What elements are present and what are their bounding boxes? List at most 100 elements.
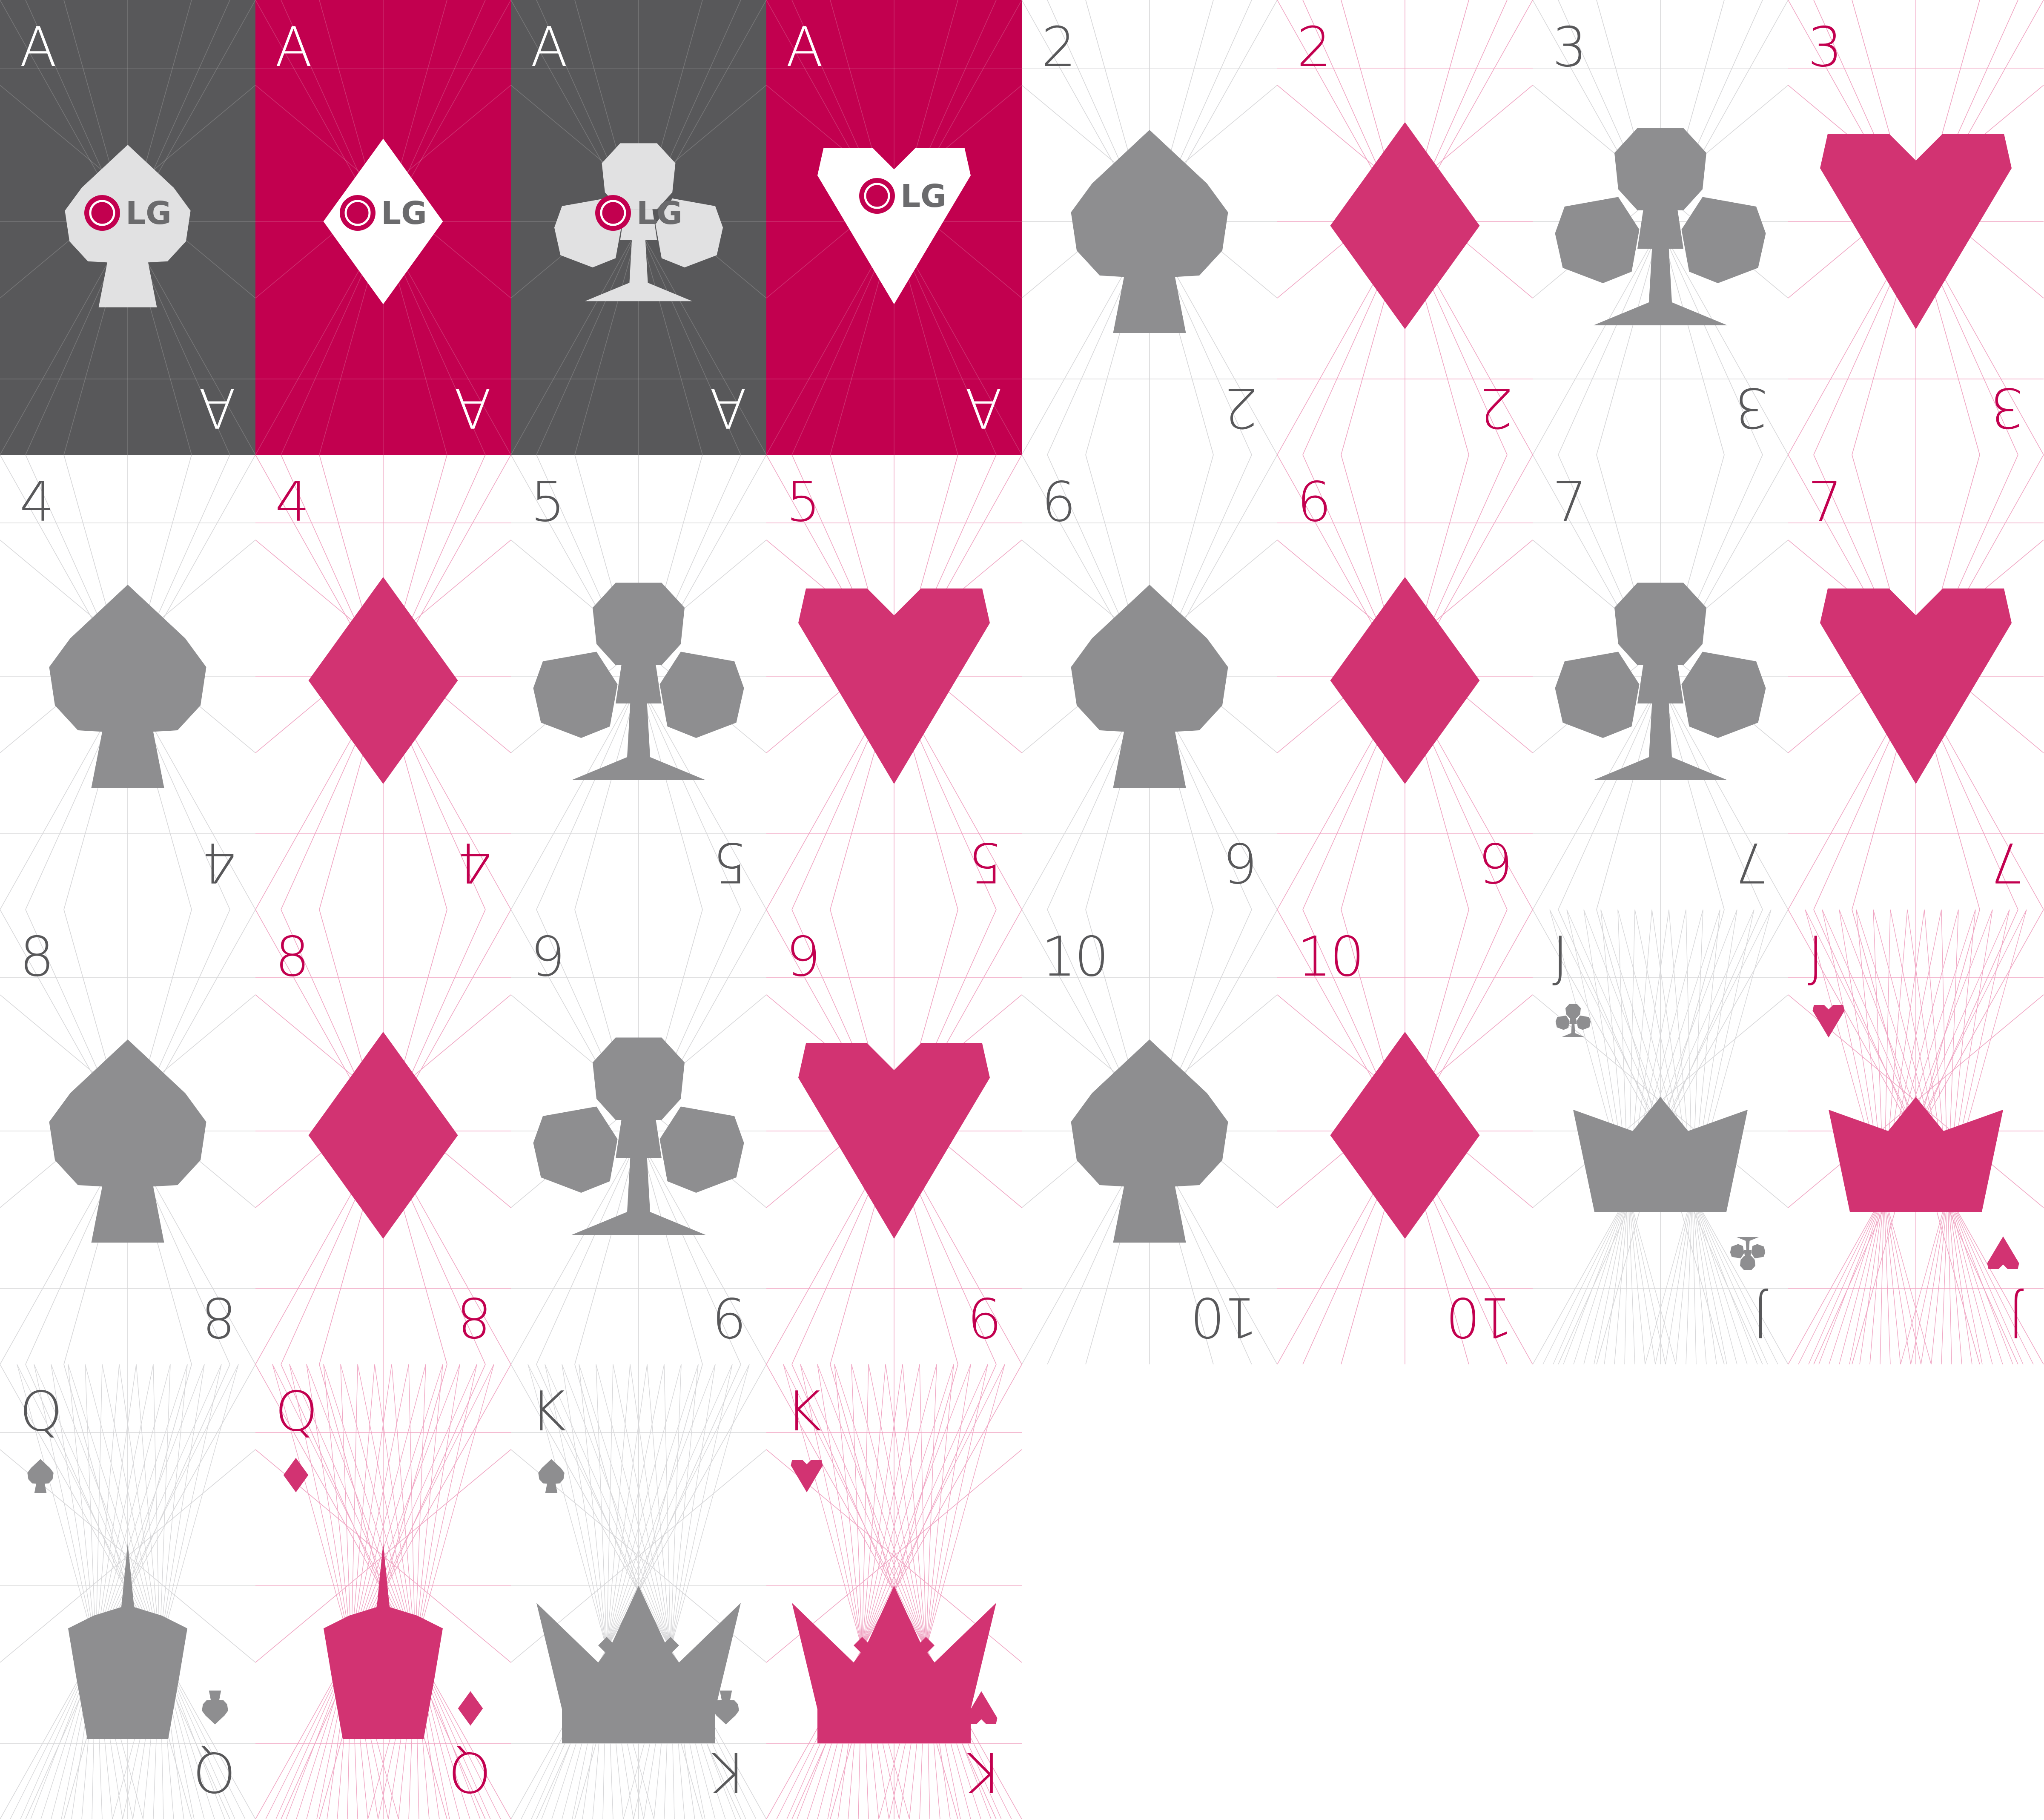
card[interactable]: 77 bbox=[1533, 455, 1788, 910]
rank-bottom: K bbox=[713, 1740, 747, 1803]
card[interactable]: LG A A bbox=[0, 0, 255, 455]
rank-bottom: 7 bbox=[1991, 830, 2024, 894]
heart-icon bbox=[798, 1043, 990, 1239]
card[interactable]: JJ bbox=[1533, 910, 1788, 1364]
rank-bottom: J bbox=[2010, 1285, 2024, 1349]
card[interactable]: 44 bbox=[255, 455, 511, 910]
lg-logo-text: LG bbox=[126, 195, 172, 232]
rank-bottom: 3 bbox=[1991, 376, 2024, 439]
rank-top: A bbox=[530, 16, 568, 79]
rank-bottom: K bbox=[968, 1740, 1002, 1803]
lg-logo-text: LG bbox=[381, 195, 427, 232]
lg-logo: LG bbox=[859, 178, 946, 215]
rank-bottom: J bbox=[1754, 1285, 1769, 1349]
card[interactable]: JJ bbox=[1788, 910, 2044, 1364]
club-icon bbox=[533, 583, 744, 780]
card[interactable]: 66 bbox=[1277, 455, 1533, 910]
rank-top: 6 bbox=[1041, 471, 1076, 534]
heart-icon bbox=[817, 148, 971, 304]
card[interactable]: 22 bbox=[1277, 0, 1533, 455]
diamond-icon bbox=[308, 577, 458, 784]
card-sheet: LG A A LG A A LG A A LG A A 2 2 2 2 3 3 3 3 4 4 4 4 5 5 5 5 6 6 6 6 7 7 7 7… bbox=[0, 0, 2044, 1820]
rank-top: 7 bbox=[1808, 471, 1842, 534]
rank-top: 8 bbox=[275, 925, 310, 989]
diamond-pip-icon bbox=[458, 1691, 483, 1726]
rank-top: K bbox=[530, 1380, 566, 1444]
card[interactable]: 10 10 bbox=[1022, 910, 1277, 1364]
card[interactable]: QQ bbox=[255, 1364, 511, 1819]
rank-top: 7 bbox=[1552, 471, 1587, 534]
rank-bottom: 10 bbox=[1192, 1285, 1258, 1349]
lg-logo: LG bbox=[84, 195, 172, 232]
heart-icon bbox=[798, 588, 990, 784]
card[interactable]: KK bbox=[511, 1364, 766, 1819]
rank-bottom: 7 bbox=[1735, 830, 1769, 894]
rank-top: 10 bbox=[1297, 925, 1365, 989]
rank-top: 4 bbox=[275, 471, 310, 534]
rank-top: Q bbox=[20, 1380, 63, 1444]
card-art bbox=[1533, 910, 1788, 1364]
rank-top: 5 bbox=[530, 471, 565, 534]
card[interactable]: 88 bbox=[255, 910, 511, 1364]
rank-top: A bbox=[786, 16, 823, 79]
club-icon bbox=[533, 1037, 744, 1235]
card[interactable]: 77 bbox=[1788, 455, 2044, 910]
diamond-icon bbox=[308, 1032, 458, 1239]
card[interactable]: LG A A bbox=[511, 0, 766, 455]
rank-top: 3 bbox=[1808, 16, 1842, 79]
lg-logo: LG bbox=[340, 195, 427, 232]
heart-icon bbox=[1820, 588, 2012, 784]
spade-pip-icon bbox=[202, 1691, 228, 1725]
rank-top: K bbox=[786, 1380, 822, 1444]
rank-bottom: A bbox=[200, 376, 236, 439]
spade-icon bbox=[1071, 585, 1228, 788]
card[interactable]: 33 bbox=[1533, 0, 1788, 455]
card[interactable]: 66 bbox=[1022, 455, 1277, 910]
rank-bottom: 5 bbox=[714, 830, 747, 894]
rank-bottom: Q bbox=[450, 1740, 491, 1803]
rank-bottom: 4 bbox=[458, 830, 491, 894]
spade-icon bbox=[1071, 1039, 1228, 1243]
rank-bottom: 10 bbox=[1447, 1285, 1513, 1349]
rank-top: A bbox=[20, 16, 57, 79]
rank-top: 5 bbox=[786, 471, 820, 534]
card[interactable]: 55 bbox=[766, 455, 1022, 910]
rank-bottom: A bbox=[456, 376, 491, 439]
rank-top: Q bbox=[275, 1380, 318, 1444]
card[interactable]: 55 bbox=[511, 455, 766, 910]
card[interactable]: 44 bbox=[0, 455, 255, 910]
rank-bottom: 4 bbox=[203, 830, 236, 894]
card[interactable]: KK bbox=[766, 1364, 1022, 1819]
card[interactable]: 33 bbox=[1788, 0, 2044, 455]
club-pip-icon bbox=[1730, 1237, 1766, 1270]
heart-icon bbox=[1820, 134, 2012, 329]
card[interactable]: 99 bbox=[511, 910, 766, 1364]
rank-bottom: 2 bbox=[1224, 376, 1258, 439]
rank-top: 9 bbox=[786, 925, 820, 989]
spade-pip-icon bbox=[713, 1691, 739, 1725]
diamond-icon bbox=[1330, 122, 1480, 329]
rank-bottom: 6 bbox=[1480, 830, 1513, 894]
card[interactable]: 99 bbox=[766, 910, 1022, 1364]
rank-bottom: 9 bbox=[714, 1285, 747, 1349]
rank-top: 2 bbox=[1297, 16, 1331, 79]
club-icon bbox=[1555, 583, 1766, 780]
card[interactable]: 22 bbox=[1022, 0, 1277, 455]
rank-bottom: 2 bbox=[1480, 376, 1513, 439]
card[interactable]: 88 bbox=[0, 910, 255, 1364]
rank-bottom: 9 bbox=[969, 1285, 1002, 1349]
club-icon bbox=[1555, 128, 1766, 325]
card[interactable]: QQ bbox=[0, 1364, 255, 1819]
card[interactable]: LG A A bbox=[255, 0, 511, 455]
heart-pip-icon bbox=[791, 1460, 823, 1493]
queen-crown bbox=[324, 1543, 443, 1739]
rank-top: 3 bbox=[1552, 16, 1587, 79]
rank-bottom: 3 bbox=[1735, 376, 1769, 439]
rank-top: A bbox=[275, 16, 312, 79]
rank-bottom: 8 bbox=[203, 1285, 236, 1349]
rank-bottom: 8 bbox=[458, 1285, 491, 1349]
card[interactable]: LG A A bbox=[766, 0, 1022, 455]
rank-top: 10 bbox=[1041, 925, 1109, 989]
card[interactable]: 10 10 bbox=[1277, 910, 1533, 1364]
heart-pip-icon bbox=[965, 1691, 998, 1724]
